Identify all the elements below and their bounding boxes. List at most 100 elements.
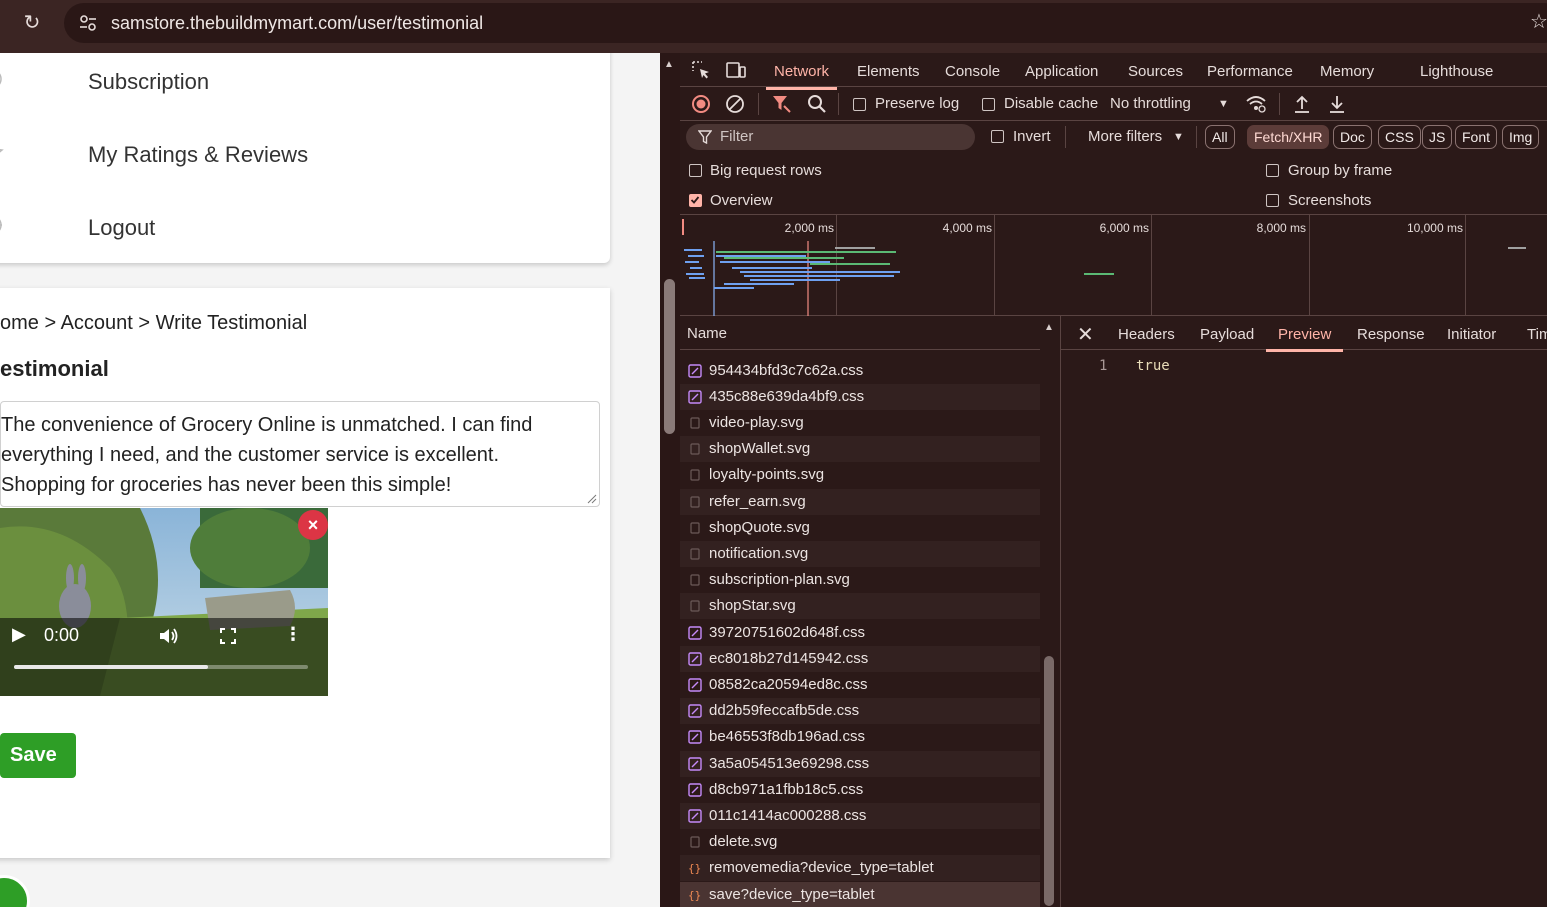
request-row[interactable]: refer_earn.svg <box>680 488 1040 515</box>
big-request-rows-checkbox[interactable] <box>689 164 702 177</box>
tab-preview[interactable]: Preview <box>1265 326 1344 352</box>
overview-label[interactable]: Overview <box>710 192 773 209</box>
chevron-down-icon[interactable]: ▼ <box>1173 131 1184 143</box>
request-row[interactable]: delete.svg <box>680 829 1040 855</box>
scroll-up-icon[interactable]: ▲ <box>1044 322 1054 333</box>
device-toolbar-icon[interactable] <box>725 59 747 81</box>
invert-checkbox[interactable] <box>991 130 1004 143</box>
request-row[interactable]: video-play.svg <box>680 410 1040 436</box>
chevron-down-icon[interactable]: ▼ <box>1218 98 1229 110</box>
throttling-select[interactable]: No throttling <box>1110 95 1191 112</box>
request-row[interactable]: 435c88e639da4bf9.css <box>680 383 1040 410</box>
invert-label[interactable]: Invert <box>1013 128 1051 145</box>
tab-application[interactable]: Application <box>1025 63 1098 80</box>
menu-item-logout[interactable]: Logout <box>88 215 155 241</box>
search-icon[interactable] <box>806 93 828 115</box>
import-har-icon[interactable] <box>1291 93 1313 115</box>
request-row[interactable]: 954434bfd3c7c62a.css <box>680 358 1040 384</box>
preserve-log-label[interactable]: Preserve log <box>875 95 959 112</box>
disable-cache-label[interactable]: Disable cache <box>1004 95 1098 112</box>
request-row[interactable]: be46553f8db196ad.css <box>680 724 1040 750</box>
address-bar[interactable]: samstore.thebuildmymart.com/user/testimo… <box>64 3 1547 43</box>
url-text[interactable]: samstore.thebuildmymart.com/user/testimo… <box>111 13 483 34</box>
request-row[interactable]: shopStar.svg <box>680 593 1040 620</box>
network-conditions-icon[interactable] <box>1245 93 1267 115</box>
save-button[interactable]: Save <box>0 733 76 778</box>
tab-console[interactable]: Console <box>945 63 1000 80</box>
request-row[interactable]: d8cb971a1fbb18c5.css <box>680 777 1040 803</box>
video-player[interactable]: ▶ 0:00 ⋮ <box>0 508 328 696</box>
request-row[interactable]: shopQuote.svg <box>680 515 1040 541</box>
tab-timing[interactable]: Tim <box>1527 326 1547 343</box>
tab-network[interactable]: Network <box>765 63 838 90</box>
disable-cache-checkbox[interactable] <box>982 98 995 111</box>
request-row[interactable]: {} removemedia?device_type=tablet <box>680 855 1040 882</box>
filter-chip-doc[interactable]: Doc <box>1333 125 1372 149</box>
reload-icon[interactable]: ↻ <box>18 9 46 37</box>
request-list-scrollbar[interactable]: ▲ <box>1040 316 1058 907</box>
whatsapp-float-button[interactable] <box>0 875 30 907</box>
filter-input[interactable]: Filter <box>686 124 975 150</box>
tab-headers[interactable]: Headers <box>1118 326 1175 343</box>
remove-video-button[interactable]: × <box>298 510 328 540</box>
request-row[interactable]: notification.svg <box>680 540 1040 568</box>
bookmark-star-icon[interactable]: ☆ <box>1530 9 1547 34</box>
more-options-icon[interactable]: ⋮ <box>284 624 302 645</box>
filter-chip-all[interactable]: All <box>1205 125 1235 149</box>
breadcrumb[interactable]: ome > Account > Write Testimonial <box>0 312 307 335</box>
request-list-scroll-thumb[interactable] <box>1044 656 1054 906</box>
clear-icon[interactable] <box>724 93 746 115</box>
tab-response[interactable]: Response <box>1357 326 1425 343</box>
menu-item-ratings-reviews[interactable]: My Ratings & Reviews <box>88 142 308 168</box>
inspect-element-icon[interactable] <box>690 59 712 81</box>
tab-payload[interactable]: Payload <box>1200 326 1254 343</box>
testimonial-textarea[interactable]: The convenience of Grocery Online is unm… <box>0 401 600 507</box>
screenshots-checkbox[interactable] <box>1266 194 1279 207</box>
request-row[interactable]: 011c1414ac000288.css <box>680 802 1040 830</box>
resize-handle-icon[interactable] <box>587 494 597 504</box>
tab-memory[interactable]: Memory <box>1320 63 1374 80</box>
big-request-rows-label[interactable]: Big request rows <box>710 162 822 179</box>
volume-icon[interactable] <box>158 626 180 646</box>
page-scrollbar[interactable]: ▲ <box>660 53 680 907</box>
filter-funnel-icon[interactable] <box>771 93 793 115</box>
name-column-header[interactable]: Name <box>687 325 727 342</box>
request-row[interactable]: 08582ca20594ed8c.css <box>680 672 1040 698</box>
play-icon[interactable]: ▶ <box>12 624 26 645</box>
tab-elements[interactable]: Elements <box>857 63 920 80</box>
request-row[interactable]: ec8018b27d145942.css <box>680 645 1040 672</box>
close-icon[interactable]: ✕ <box>1077 322 1094 347</box>
filter-chip-img[interactable]: Img <box>1502 125 1540 149</box>
record-stop-icon[interactable] <box>690 93 712 115</box>
scroll-up-icon[interactable]: ▲ <box>664 59 674 70</box>
request-row[interactable]: 3a5a054513e69298.css <box>680 750 1040 777</box>
tab-performance[interactable]: Performance <box>1207 63 1293 80</box>
filter-chip-font[interactable]: Font <box>1455 125 1498 149</box>
export-har-icon[interactable] <box>1326 93 1348 115</box>
network-overview-timeline[interactable]: 2,000 ms 4,000 ms 6,000 ms 8,000 ms 10,0… <box>680 215 1547 316</box>
video-progress-bar[interactable] <box>14 665 308 669</box>
filter-chip-js[interactable]: JS <box>1422 125 1453 149</box>
preserve-log-checkbox[interactable] <box>853 98 866 111</box>
group-by-frame-checkbox[interactable] <box>1266 164 1279 177</box>
request-row[interactable]: loyalty-points.svg <box>680 462 1040 488</box>
request-row[interactable]: dd2b59feccafb5de.css <box>680 698 1040 725</box>
tab-sources[interactable]: Sources <box>1128 63 1183 80</box>
site-settings-icon[interactable] <box>78 13 98 33</box>
tab-initiator[interactable]: Initiator <box>1447 326 1496 343</box>
overview-checkbox[interactable] <box>689 194 702 207</box>
tab-lighthouse[interactable]: Lighthouse <box>1420 63 1493 80</box>
request-row[interactable]: 39720751602d648f.css <box>680 620 1040 646</box>
screenshots-label[interactable]: Screenshots <box>1288 192 1371 209</box>
request-row[interactable]: shopWallet.svg <box>680 436 1040 463</box>
request-row[interactable]: {} save?device_type=tablet <box>680 881 1040 907</box>
filter-chip-css[interactable]: CSS <box>1378 125 1421 149</box>
request-row[interactable]: subscription-plan.svg <box>680 567 1040 593</box>
preview-value[interactable]: true <box>1136 358 1170 374</box>
page-scroll-thumb[interactable] <box>664 279 675 434</box>
fullscreen-icon[interactable] <box>220 628 236 644</box>
filter-chip-fetch-xhr[interactable]: Fetch/XHR <box>1247 125 1330 149</box>
menu-item-subscription[interactable]: Subscription <box>88 69 209 95</box>
more-filters-button[interactable]: More filters <box>1088 128 1162 145</box>
group-by-frame-label[interactable]: Group by frame <box>1288 162 1392 179</box>
